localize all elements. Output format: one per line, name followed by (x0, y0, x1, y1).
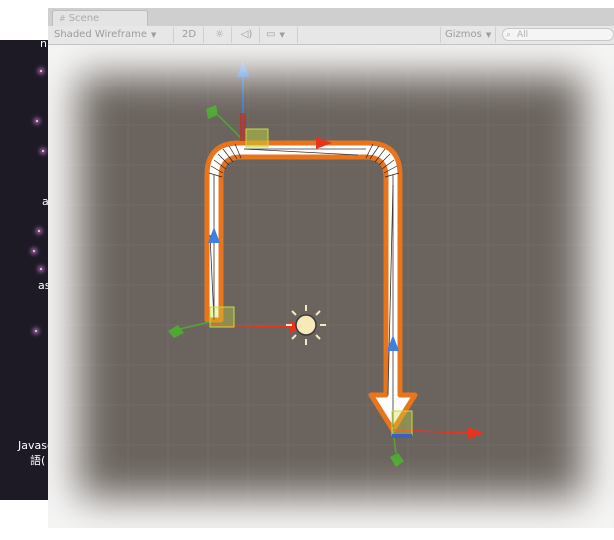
x-axis-arrow-icon[interactable] (468, 427, 484, 439)
sparkle (42, 150, 44, 152)
sparkle (40, 268, 42, 270)
2d-toggle-button[interactable]: 2D (178, 27, 204, 43)
tab-scene-label: Scene (68, 13, 100, 24)
scene-icon: # (59, 14, 66, 23)
y-axis-arrow-icon[interactable] (237, 61, 249, 77)
scene-window: # Scene Shaded Wireframe ▼ 2D ☼ ◁) ▭ ▼ Gizm… (48, 8, 614, 528)
sparkle (36, 120, 38, 122)
bg-text-n: n (40, 37, 47, 50)
gizmos-dropdown[interactable]: Gizmos ▼ (440, 27, 496, 43)
sun-icon: ☼ (215, 29, 224, 40)
tab-scene[interactable]: # Scene (52, 10, 148, 26)
scene-viewport[interactable] (48, 45, 614, 528)
bg-text-jp: 語( (30, 454, 46, 467)
search-icon: ⌕ (506, 30, 512, 40)
xy-plane-handle[interactable] (245, 128, 269, 148)
move-gizmo-start[interactable] (168, 306, 306, 338)
sparkle (38, 230, 40, 232)
gizmos-label: Gizmos (445, 29, 482, 40)
hierarchy-search-input[interactable]: ⌕ All (502, 28, 614, 41)
directional-light-icon[interactable] (286, 305, 326, 345)
audio-toggle-button[interactable]: ◁) (234, 27, 260, 43)
move-gizmo-end[interactable] (390, 410, 484, 467)
effects-dropdown[interactable]: ▭ ▼ (262, 27, 298, 43)
search-placeholder: All (517, 30, 529, 40)
scene-toolbar: Shaded Wireframe ▼ 2D ☼ ◁) ▭ ▼ Gizmos ▼ ⌕ Al… (48, 26, 614, 45)
xy-plane-handle[interactable] (209, 306, 235, 328)
scene-canvas (48, 45, 614, 528)
image-icon: ▭ (266, 29, 276, 40)
speaker-icon: ◁) (240, 29, 253, 40)
sparkle (33, 250, 35, 252)
z-axis-arrow-icon[interactable] (390, 453, 404, 467)
background-window-strip (0, 40, 48, 500)
chevron-down-icon: ▼ (485, 31, 492, 39)
chevron-down-icon: ▼ (279, 31, 285, 39)
scene-grid (48, 45, 614, 528)
xy-plane-handle[interactable] (391, 410, 413, 436)
z-axis-arrow-icon[interactable] (168, 325, 184, 338)
sparkle (35, 330, 37, 332)
sparkle (40, 70, 42, 72)
path-arrow-shape[interactable] (204, 140, 418, 433)
2d-toggle-label: 2D (182, 29, 197, 40)
draw-mode-label: Shaded Wireframe (54, 29, 147, 40)
move-gizmo-top[interactable] (206, 61, 269, 148)
tab-bar: # Scene (48, 8, 614, 26)
chevron-down-icon: ▼ (150, 31, 157, 39)
draw-mode-dropdown[interactable]: Shaded Wireframe ▼ (50, 27, 174, 43)
lighting-toggle-button[interactable]: ☼ (208, 27, 232, 43)
